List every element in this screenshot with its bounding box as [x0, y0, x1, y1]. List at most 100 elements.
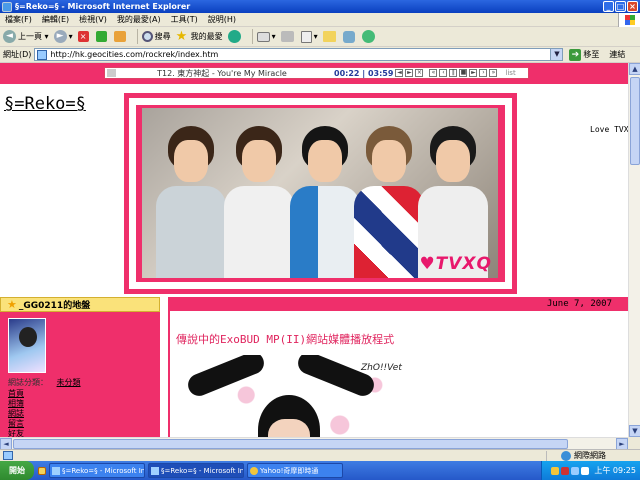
search-icon: [141, 31, 153, 42]
site-title[interactable]: §=Reko=§: [4, 94, 86, 114]
quicklaunch-icon[interactable]: [38, 466, 46, 475]
star-icon: ★: [7, 298, 17, 311]
menu-tools[interactable]: 工具(T): [166, 14, 203, 25]
page-content: T12. 東方神起 - You're My Miracle 00:22 | 03…: [0, 63, 628, 437]
chevron-down-icon: ▾: [42, 32, 49, 41]
nav-link-blog[interactable]: 網誌: [8, 409, 24, 419]
clock: 上午 09:25: [594, 466, 636, 475]
back-button[interactable]: ◄ 上一頁 ▾: [3, 30, 49, 43]
media-button[interactable]: [227, 30, 243, 43]
back-arrow-icon: ◄: [3, 30, 16, 43]
category-link[interactable]: 未分類: [57, 378, 81, 387]
address-input[interactable]: http://hk.geocities.com/rockrek/index.ht…: [34, 48, 564, 61]
messenger-tray-icon[interactable]: [551, 466, 560, 475]
window-controls: _ □ ×: [603, 1, 638, 12]
vertical-scrollbar[interactable]: ▲ ▼: [628, 63, 640, 437]
menu-view[interactable]: 檢視(V): [74, 14, 112, 25]
network-tray-icon[interactable]: [571, 466, 580, 475]
zone-label: 網際網路: [574, 451, 606, 460]
profile-title: _GG0211的地盤: [18, 301, 91, 311]
task-label: §=Reko=§ - Microsoft In...: [62, 466, 145, 475]
horizontal-scrollbar[interactable]: ◄ ►: [0, 437, 628, 450]
home-button[interactable]: [113, 31, 128, 42]
status-separator: [546, 450, 547, 461]
edit-button[interactable]: ▾: [300, 30, 318, 43]
scrollbar-corner: [628, 437, 640, 449]
scroll-down-icon[interactable]: ▼: [629, 425, 640, 437]
taskbar-item-ie-2[interactable]: §=Reko=§ - Microsoft Inte...: [148, 463, 244, 478]
hscroll-thumb[interactable]: [13, 439, 568, 449]
close-button[interactable]: ×: [627, 1, 638, 12]
address-url[interactable]: http://hk.geocities.com/rockrek/index.ht…: [50, 50, 218, 59]
search-button[interactable]: 搜尋: [141, 31, 171, 42]
post-title[interactable]: 傳說中的ExoBUD MP(II)網站媒體播放程式: [176, 331, 394, 347]
nav-link-friends[interactable]: 好友: [8, 429, 24, 437]
yahoo-messenger-icon: [250, 466, 258, 475]
menu-file[interactable]: 檔案(F): [0, 14, 37, 25]
star-icon: ★: [175, 29, 188, 44]
toolbar-separator: [251, 29, 253, 44]
menu-help[interactable]: 說明(H): [203, 14, 241, 25]
links-button[interactable]: 連結: [609, 49, 625, 60]
taskbar-item-yahoo-messenger[interactable]: Yahoo!奇摩即時通: [247, 463, 343, 478]
volume-up-icon[interactable]: ►: [405, 69, 414, 77]
antivirus-tray-icon[interactable]: [561, 466, 570, 475]
start-button[interactable]: 開始: [0, 461, 34, 480]
edit-page-icon: [300, 30, 312, 43]
page-done-icon: [3, 451, 13, 460]
toolbar: ◄ 上一頁 ▾ ► ▾ × 搜尋 ★ 我的最愛 ▾ ▾: [0, 27, 640, 47]
scroll-thumb[interactable]: [630, 77, 640, 165]
print-button[interactable]: [280, 31, 296, 42]
nav-link-guestbook[interactable]: 留言: [8, 419, 24, 429]
forward-icon[interactable]: »: [489, 69, 498, 77]
volume-tray-icon[interactable]: [581, 466, 590, 475]
music-player: T12. 東方神起 - You're My Miracle 00:22 | 03…: [0, 63, 628, 84]
stop-icon[interactable]: ■: [459, 69, 468, 77]
playlist-link[interactable]: list: [505, 69, 515, 77]
profile-header: ★ _GG0211的地盤: [0, 297, 160, 312]
folder-button[interactable]: [322, 31, 338, 42]
image-signature: ZhO!!Vet: [361, 363, 402, 373]
nav-link-album[interactable]: 相簿: [8, 399, 24, 409]
avatar[interactable]: [8, 318, 46, 373]
mail-button[interactable]: ▾: [256, 31, 276, 42]
rewind-icon[interactable]: «: [429, 69, 438, 77]
messenger-button[interactable]: [361, 30, 377, 43]
refresh-button[interactable]: [95, 31, 109, 42]
arm-right: [294, 355, 378, 400]
nav-link-home[interactable]: 首頁: [8, 389, 24, 399]
stop-button[interactable]: ×: [77, 31, 91, 42]
chevron-down-icon: ▾: [68, 32, 73, 41]
forward-button[interactable]: ► ▾: [53, 30, 73, 43]
back-label: 上一頁: [18, 32, 42, 41]
mute-icon[interactable]: ×: [415, 69, 424, 77]
flag-shirt: [354, 186, 424, 278]
go-button[interactable]: ➔ 移至: [569, 48, 599, 61]
player-bar: T12. 東方神起 - You're My Miracle 00:22 | 03…: [104, 67, 529, 79]
research-button[interactable]: [342, 30, 357, 43]
scroll-up-icon[interactable]: ▲: [629, 63, 640, 75]
post-image: ZhO!!Vet: [176, 355, 410, 437]
favorites-button[interactable]: ★ 我的最愛: [176, 30, 223, 43]
menu-bar: 檔案(F) 編輯(E) 檢視(V) 我的最愛(A) 工具(T) 說明(H): [0, 13, 640, 27]
maximize-button[interactable]: □: [615, 1, 626, 12]
face: [174, 140, 208, 182]
tvxq-logo: ♥TVXQ: [419, 254, 492, 274]
address-dropdown-icon[interactable]: ▼: [550, 49, 563, 60]
shirt: [156, 186, 226, 278]
post-body: 傳說中的ExoBUD MP(II)網站媒體播放程式 ZhO!!Vet: [170, 311, 628, 437]
pause-icon[interactable]: ‖: [449, 69, 458, 77]
menu-favorites[interactable]: 我的最愛(A): [112, 14, 166, 25]
person-4: [354, 118, 424, 278]
avatar-head: [19, 327, 37, 347]
minimize-button[interactable]: _: [603, 1, 614, 12]
play-icon[interactable]: ►: [469, 69, 478, 77]
menu-edit[interactable]: 編輯(E): [37, 14, 74, 25]
taskbar-item-ie-1[interactable]: §=Reko=§ - Microsoft In...: [49, 463, 145, 478]
next-icon[interactable]: ›: [479, 69, 488, 77]
prev-icon[interactable]: ‹: [439, 69, 448, 77]
arm-left: [184, 355, 268, 400]
face: [372, 140, 406, 182]
volume-down-icon[interactable]: ◄: [395, 69, 404, 77]
security-zone: 網際網路: [546, 450, 606, 461]
